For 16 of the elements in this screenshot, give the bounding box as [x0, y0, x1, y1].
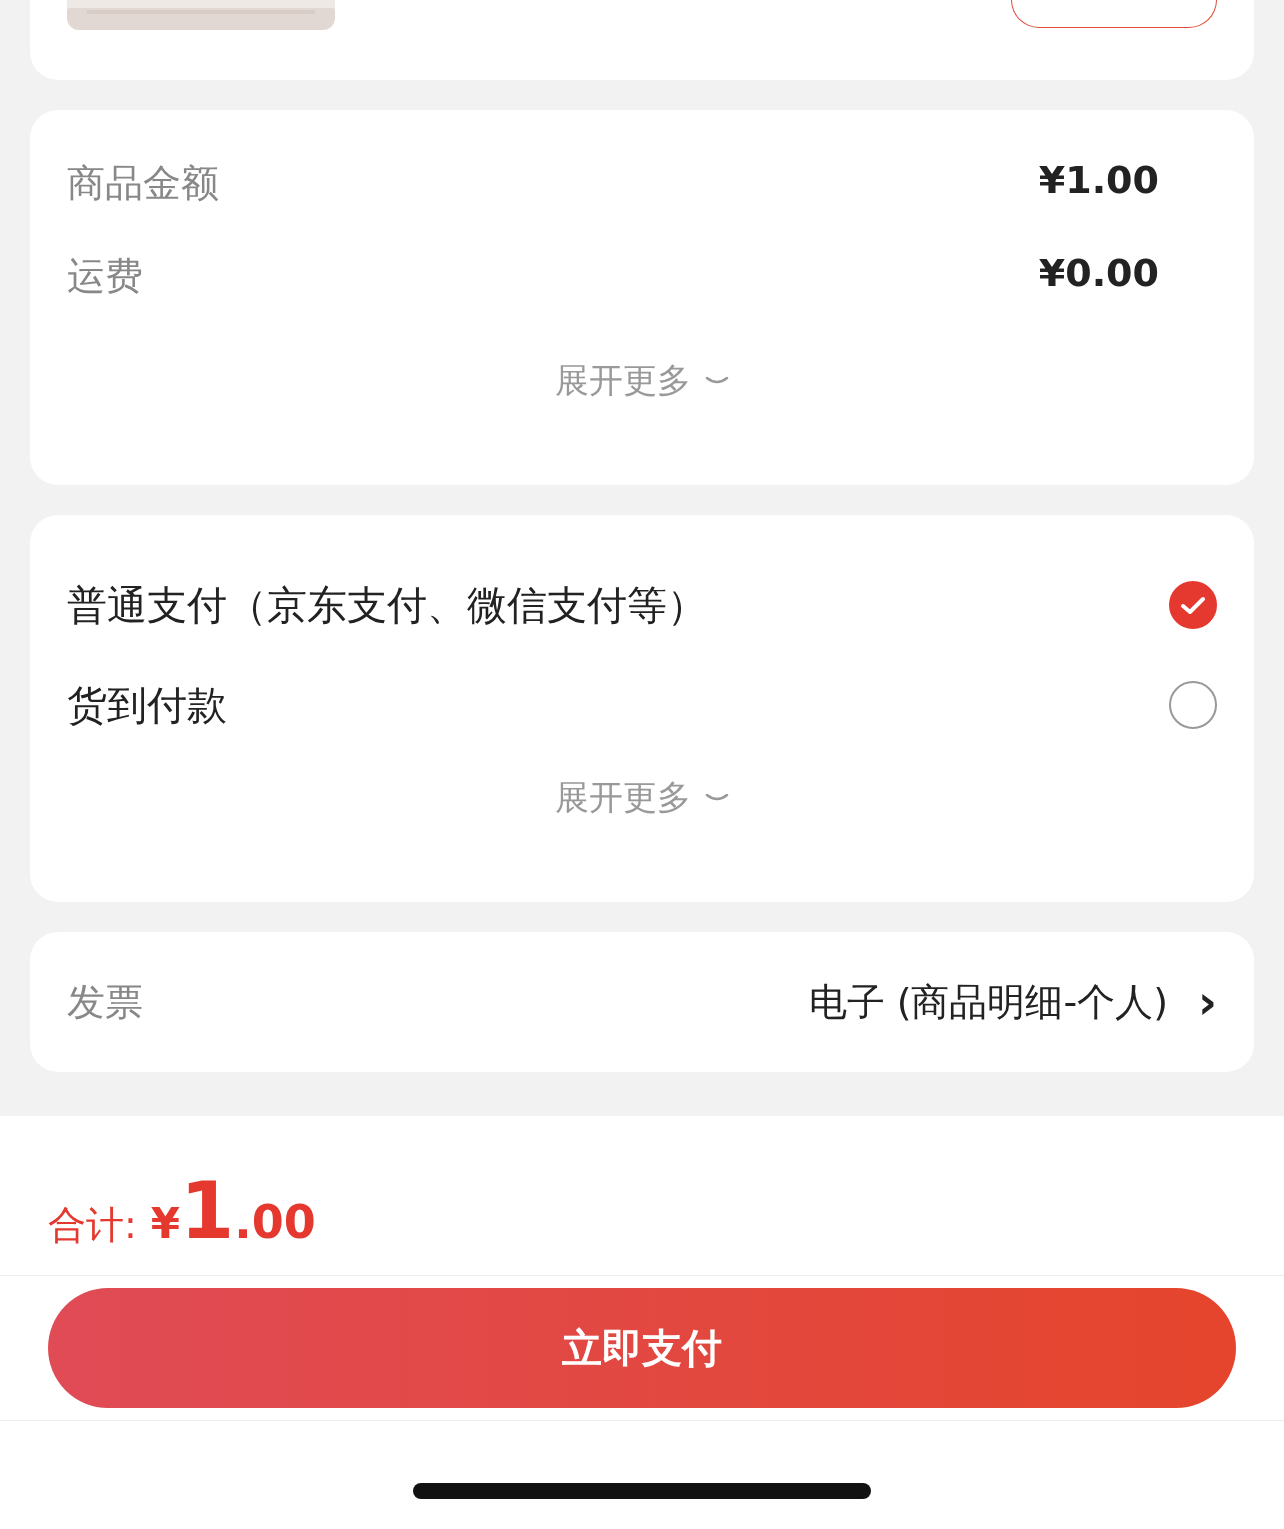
total-amount: ¥1.00	[150, 1166, 316, 1256]
total-label: 合计:	[48, 1202, 137, 1249]
expand-more-link[interactable]: 展开更多	[542, 358, 742, 404]
amount-label: 商品金额	[67, 160, 219, 207]
invoice-label: 发票	[67, 978, 144, 1026]
radio-button[interactable]	[1169, 681, 1217, 729]
expand-more-link[interactable]: 展开更多	[542, 775, 742, 821]
payment-option-label: 货到付款	[67, 680, 227, 730]
amount-value: ¥0.00	[1038, 251, 1159, 295]
radio-button[interactable]	[1169, 581, 1217, 629]
amount-label: 运费	[67, 253, 143, 300]
chevron-right-icon[interactable]: ›	[1198, 975, 1217, 1029]
amount-value: ¥1.00	[1038, 158, 1159, 202]
invoice-value[interactable]: 电子 (商品明细-个人)	[808, 976, 1169, 1028]
pay-now-button[interactable]: 立即支付	[48, 1288, 1236, 1408]
payment-option-label: 普通支付（京东支付、微信支付等）	[67, 580, 707, 630]
